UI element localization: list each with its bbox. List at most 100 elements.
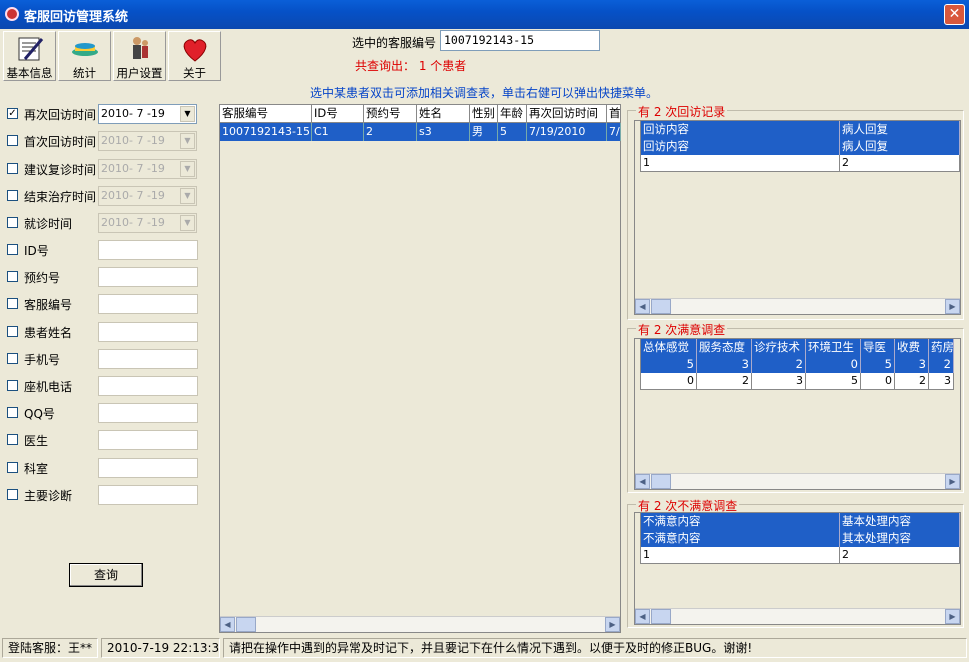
sub-grid-cell[interactable]: 1 xyxy=(641,155,840,172)
chevron-down-icon[interactable]: ▼ xyxy=(180,160,195,177)
sub-column-header[interactable]: 服务态度 xyxy=(697,339,752,356)
filter-checkbox[interactable] xyxy=(7,135,18,147)
grid-cell[interactable]: 男 xyxy=(470,123,498,141)
sub-column-header[interactable]: 环境卫生 xyxy=(806,339,861,356)
scroll-left-icon[interactable]: ◀ xyxy=(635,609,650,624)
sub-grid-cell[interactable]: 0 xyxy=(861,373,895,390)
filter-checkbox[interactable] xyxy=(7,162,18,174)
chevron-down-icon[interactable]: ▼ xyxy=(180,133,195,150)
filter-checkbox[interactable] xyxy=(7,407,18,419)
sub-grid-cell[interactable]: 其本处理内容 xyxy=(840,530,960,547)
filter-input[interactable] xyxy=(98,294,198,315)
scroll-thumb[interactable] xyxy=(236,617,256,632)
filter-input[interactable] xyxy=(98,457,198,478)
scroll-right-icon[interactable]: ▶ xyxy=(945,609,960,624)
filter-checkbox[interactable] xyxy=(7,217,18,229)
sub-grid-cell[interactable]: 病人回复 xyxy=(840,138,960,155)
filter-checkbox[interactable] xyxy=(7,434,18,446)
grid-column-header[interactable]: 客服编号 xyxy=(220,105,312,123)
chevron-down-icon[interactable]: ▼ xyxy=(180,215,195,232)
toolbar-button-user-settings[interactable]: 用户设置 xyxy=(113,31,166,81)
toolbar-button-about[interactable]: 关于 xyxy=(168,31,221,81)
grid-column-header[interactable]: 再次回访时间 xyxy=(527,105,607,123)
sub-grid-cell[interactable]: 2 xyxy=(929,356,954,373)
grid-column-header[interactable]: 首 xyxy=(607,105,621,123)
filter-checkbox[interactable]: ✓ xyxy=(7,108,18,119)
scroll-left-icon[interactable]: ◀ xyxy=(220,617,235,632)
filter-date-picker[interactable]: 2010- 7 -19 ▼ xyxy=(98,185,197,206)
horizontal-scrollbar[interactable]: ◀ ▶ xyxy=(635,473,960,489)
grid-cell[interactable]: 7/19/2010 xyxy=(527,123,607,141)
scroll-left-icon[interactable]: ◀ xyxy=(635,474,650,489)
filter-checkbox[interactable] xyxy=(7,488,18,500)
sub-column-header[interactable]: 收费 xyxy=(895,339,929,356)
horizontal-scrollbar[interactable]: ◀ ▶ xyxy=(635,608,960,624)
grid-cell[interactable]: 2 xyxy=(364,123,417,141)
sub-grid-cell[interactable]: 5 xyxy=(861,356,895,373)
filter-checkbox[interactable] xyxy=(7,244,18,255)
filter-input[interactable] xyxy=(98,321,198,342)
filter-checkbox[interactable] xyxy=(7,352,18,364)
sub-column-header[interactable]: 不满意内容 xyxy=(641,513,840,530)
sub-column-header[interactable]: 诊疗技术 xyxy=(752,339,806,356)
sub-grid-cell[interactable]: 2 xyxy=(697,373,752,390)
filter-date-picker[interactable]: 2010- 7 -19 ▼ xyxy=(98,158,197,179)
search-button[interactable]: 查询 xyxy=(69,563,143,587)
filter-checkbox[interactable] xyxy=(7,380,18,391)
scroll-thumb[interactable] xyxy=(651,474,671,489)
visits-grid[interactable]: 回访内容 病人回复 回访内容 病人回复 1 2 ◀ ▶ xyxy=(634,120,961,315)
sub-grid-cell[interactable]: 2 xyxy=(895,373,929,390)
sub-grid-cell[interactable]: 1 xyxy=(641,547,840,564)
sub-column-header[interactable]: 回访内容 xyxy=(641,121,840,138)
sub-grid-cell[interactable]: 0 xyxy=(806,356,861,373)
satisfaction-grid[interactable]: 总体感觉 服务态度 诊疗技术 环境卫生 导医 收费 药房 5 3 2 0 5 3 2 0 2 3 5 0 2 3 ◀ ▶ xyxy=(634,338,961,490)
selected-id-field[interactable]: 1007192143-15 xyxy=(440,30,600,51)
filter-input[interactable] xyxy=(98,348,198,369)
filter-input[interactable] xyxy=(98,267,198,288)
sub-grid-cell[interactable]: 5 xyxy=(641,356,697,373)
grid-column-header[interactable]: 性别 xyxy=(470,105,498,123)
horizontal-scrollbar[interactable]: ◀ ▶ xyxy=(635,298,960,314)
scroll-right-icon[interactable]: ▶ xyxy=(945,299,960,314)
sub-grid-cell[interactable]: 2 xyxy=(840,155,960,172)
filter-input[interactable] xyxy=(98,376,198,396)
sub-column-header[interactable]: 病人回复 xyxy=(840,121,960,138)
toolbar-button-basic-info[interactable]: 基本信息 xyxy=(3,31,56,81)
filter-date-picker[interactable]: 2010- 7 -19 ▼ xyxy=(98,131,197,152)
sub-grid-cell[interactable]: 回访内容 xyxy=(641,138,840,155)
horizontal-scrollbar[interactable]: ◀ ▶ xyxy=(220,616,620,632)
filter-date-picker[interactable]: 2010- 7 -19 ▼ xyxy=(98,213,197,234)
filter-input[interactable] xyxy=(98,430,198,451)
filter-checkbox[interactable] xyxy=(7,271,18,283)
patient-grid[interactable]: 客服编号 ID号 预约号 姓名 性别 年龄 再次回访时间首 1007192143-15 C1 2 s… xyxy=(219,104,621,633)
toolbar-button-statistics[interactable]: 统计 xyxy=(58,31,111,81)
grid-cell[interactable]: s3 xyxy=(417,123,470,141)
scroll-left-icon[interactable]: ◀ xyxy=(635,299,650,314)
grid-cell[interactable]: 7/ xyxy=(607,123,621,141)
sub-grid-cell[interactable]: 2 xyxy=(840,547,960,564)
grid-column-header[interactable]: 年龄 xyxy=(498,105,527,123)
filter-input[interactable] xyxy=(98,240,198,260)
sub-grid-cell[interactable]: 5 xyxy=(806,373,861,390)
sub-grid-cell[interactable]: 0 xyxy=(641,373,697,390)
filter-input[interactable] xyxy=(98,403,198,424)
grid-cell[interactable]: C1 xyxy=(312,123,364,141)
filter-checkbox[interactable] xyxy=(7,189,18,201)
sub-column-header[interactable]: 基本处理内容 xyxy=(840,513,960,530)
sub-column-header[interactable]: 药房 xyxy=(929,339,954,356)
sub-grid-cell[interactable]: 3 xyxy=(697,356,752,373)
sub-grid-cell[interactable]: 3 xyxy=(752,373,806,390)
sub-grid-cell[interactable]: 不满意内容 xyxy=(641,530,840,547)
filter-checkbox[interactable] xyxy=(7,461,18,473)
grid-column-header[interactable]: 预约号 xyxy=(364,105,417,123)
sub-column-header[interactable]: 导医 xyxy=(861,339,895,356)
filter-date-picker[interactable]: 2010- 7 -19 ▼ xyxy=(98,104,197,124)
sub-column-header[interactable]: 总体感觉 xyxy=(641,339,697,356)
scroll-right-icon[interactable]: ▶ xyxy=(605,617,620,632)
chevron-down-icon[interactable]: ▼ xyxy=(180,106,195,122)
grid-column-header[interactable]: ID号 xyxy=(312,105,364,123)
scroll-right-icon[interactable]: ▶ xyxy=(945,474,960,489)
filter-checkbox[interactable] xyxy=(7,298,18,310)
sub-grid-cell[interactable]: 2 xyxy=(752,356,806,373)
close-button[interactable]: ✕ xyxy=(944,4,965,25)
